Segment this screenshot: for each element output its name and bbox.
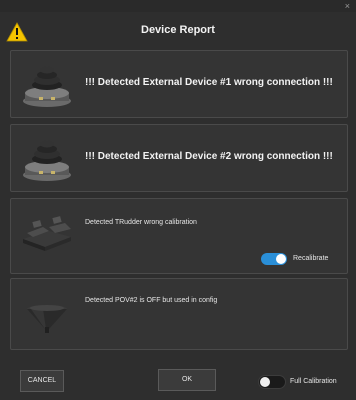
device-report-window: × Device Report !!! Detected External De…	[0, 0, 356, 400]
full-calibration-toggle[interactable]	[258, 375, 286, 389]
joystick-knob-icon	[23, 66, 71, 107]
report-item-message: Detected TRudder wrong calibration	[85, 219, 197, 226]
report-item-message: Detected POV#2 is OFF but used in config	[85, 297, 218, 304]
cancel-button[interactable]: CANCEL	[20, 370, 64, 392]
toggle-knob	[260, 377, 270, 387]
ok-button[interactable]: OK	[158, 369, 216, 391]
window-top-strip: ×	[0, 0, 356, 12]
report-item-message: !!! Detected External Device #2 wrong co…	[85, 151, 333, 162]
report-item-device-1: !!! Detected External Device #1 wrong co…	[10, 50, 348, 118]
rudder-pedals-icon	[23, 216, 71, 251]
report-item-device-2: !!! Detected External Device #2 wrong co…	[10, 124, 348, 192]
close-icon[interactable]: ×	[345, 1, 350, 11]
recalibrate-toggle[interactable]	[261, 253, 287, 265]
dialog-title: Device Report	[141, 24, 215, 36]
dialog-header: Device Report	[0, 12, 356, 48]
pov-hat-icon	[27, 305, 67, 333]
joystick-knob-icon	[23, 140, 71, 181]
full-calibration-label: Full Calibration	[290, 378, 337, 385]
report-item-pov: Detected POV#2 is OFF but used in config	[10, 278, 348, 350]
report-item-trudder: Detected TRudder wrong calibration Recal…	[10, 198, 348, 274]
report-item-message: !!! Detected External Device #1 wrong co…	[85, 77, 333, 88]
recalibrate-label: Recalibrate	[293, 255, 329, 262]
toggle-knob	[276, 254, 286, 264]
